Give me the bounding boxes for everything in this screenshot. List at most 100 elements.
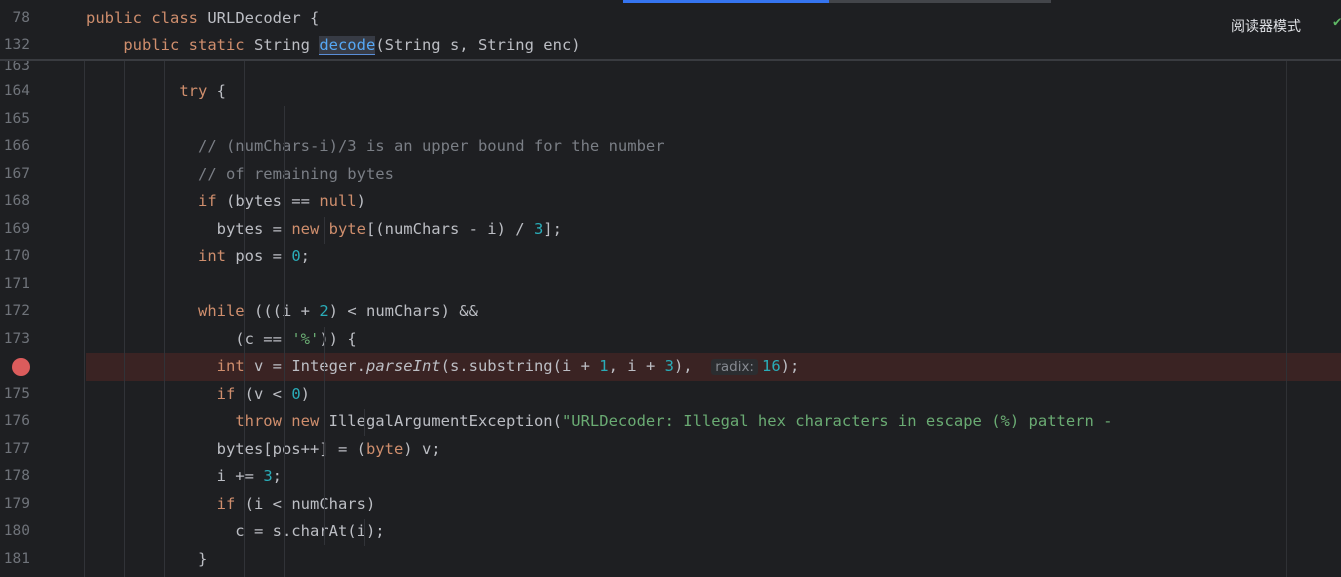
code-text[interactable]: try { — [86, 78, 226, 106]
breakpoint-line[interactable]: int v = Integer.parseInt(s.substring(i +… — [12, 353, 1341, 382]
line-number[interactable]: 175 — [0, 381, 30, 409]
code-line[interactable]: 132 public static String decode(String s… — [0, 32, 1341, 60]
code-line[interactable]: 177 bytes[pos++] = (byte) v; — [0, 436, 1341, 464]
code-line[interactable]: 169 bytes = new byte[(numChars - i) / 3]… — [0, 216, 1341, 244]
code-token: ; — [300, 247, 310, 265]
code-text[interactable]: c = s.charAt(i); — [86, 518, 385, 546]
code-token: (String s, String enc) — [375, 36, 581, 54]
indent-guide — [244, 59, 245, 577]
code-token: ]; — [543, 220, 562, 238]
line-number[interactable]: 179 — [0, 491, 30, 519]
code-text[interactable]: i += 3; — [86, 463, 282, 491]
code-line[interactable]: 175 if (v < 0) — [0, 381, 1341, 409]
line-number[interactable]: 177 — [0, 436, 30, 464]
code-text[interactable]: // (numChars-i)/3 is an upper bound for … — [86, 133, 665, 161]
code-token: ); — [780, 357, 800, 375]
code-token: 0 — [291, 385, 301, 403]
code-token: ) v; — [403, 440, 441, 458]
code-text[interactable]: } — [86, 546, 207, 574]
indent-guide — [324, 327, 325, 545]
code-line[interactable]: 171 — [0, 271, 1341, 299]
code-token: public static — [123, 36, 254, 54]
indent-guide — [84, 59, 85, 577]
code-token: } — [86, 550, 208, 568]
code-text[interactable]: bytes[pos++] = (byte) v; — [86, 436, 441, 464]
indent-guide — [284, 106, 285, 577]
code-token: (s.substring(i + — [440, 357, 600, 375]
line-number[interactable]: 165 — [0, 106, 30, 134]
param-hint: radix: — [711, 359, 758, 375]
reader-mode-button[interactable]: 阅读器模式 — [1231, 16, 1301, 36]
breakpoint-icon[interactable] — [12, 358, 30, 376]
line-number[interactable]: 169 — [0, 216, 30, 244]
line-number[interactable]: 172 — [0, 298, 30, 326]
line-number[interactable]: 132 — [0, 32, 30, 60]
code-text[interactable]: public static String decode(String s, St… — [86, 32, 581, 60]
code-line[interactable]: 170 int pos = 0; — [0, 243, 1341, 271]
code-text[interactable]: (c == '%')) { — [86, 326, 357, 354]
line-number[interactable]: 170 — [0, 243, 30, 271]
code-line[interactable]: 179 if (i < numChars) — [0, 491, 1341, 519]
code-line[interactable]: 164 try { — [0, 78, 1341, 106]
code-token: { — [207, 82, 226, 100]
code-line[interactable]: 165 — [0, 106, 1341, 134]
indent-guide — [324, 217, 325, 244]
code-token: { — [337, 330, 357, 348]
code-token: c = s.charAt(i); — [86, 522, 385, 540]
code-token: // (numChars-i)/3 is an upper bound for … — [197, 137, 665, 155]
code-text[interactable]: throw new IllegalArgumentException("URLD… — [86, 408, 1112, 436]
code-text[interactable]: if (bytes == null) — [86, 188, 366, 216]
code-text[interactable]: int v = Integer.parseInt(s.substring(i +… — [86, 353, 799, 382]
code-line[interactable]: 166 // (numChars-i)/3 is an upper bound … — [0, 133, 1341, 161]
code-line[interactable]: 167 // of remaining bytes — [0, 161, 1341, 189]
code-token: decode — [319, 36, 376, 55]
code-text[interactable]: if (v < 0) — [86, 381, 310, 409]
code-token: v = Integer. — [244, 357, 366, 375]
indent-guide — [124, 59, 125, 577]
code-line[interactable]: 180 c = s.charAt(i); — [0, 518, 1341, 546]
code-token: byte — [365, 440, 404, 458]
code-line[interactable]: 181 } — [0, 546, 1341, 574]
code-line[interactable]: 78 public class URLDecoder { — [0, 5, 1341, 33]
code-token: i += — [86, 467, 264, 485]
code-token: if — [216, 385, 236, 403]
code-token: 1 — [599, 357, 609, 375]
code-token: ) < numChars) && — [328, 302, 478, 320]
code-token: 2 — [319, 302, 329, 320]
code-token: int — [197, 247, 226, 265]
sticky-lines-header[interactable]: 78 public class URLDecoder {132 public st… — [0, 4, 1341, 61]
line-number[interactable]: 171 — [0, 271, 30, 299]
line-number[interactable]: 167 — [0, 161, 30, 189]
code-text[interactable]: int pos = 0; — [86, 243, 310, 271]
right-margin-guide — [1286, 59, 1287, 577]
code-line[interactable]: 176 throw new IllegalArgumentException("… — [0, 408, 1341, 436]
line-number[interactable]: 181 — [0, 546, 30, 574]
active-tab-indicator — [623, 0, 829, 3]
code-token: int — [216, 357, 245, 375]
line-number[interactable]: 178 — [0, 463, 30, 491]
code-token: (bytes == — [216, 192, 320, 210]
code-line[interactable]: 168 if (bytes == null) — [0, 188, 1341, 216]
code-text[interactable]: if (i < numChars) — [86, 491, 376, 519]
line-number[interactable]: 180 — [0, 518, 30, 546]
line-number[interactable]: 78 — [0, 5, 30, 33]
line-number[interactable]: 168 — [0, 188, 30, 216]
line-number[interactable]: 173 — [0, 326, 30, 354]
code-token: ) — [356, 192, 366, 210]
code-line[interactable]: 172 while (((i + 2) < numChars) && — [0, 298, 1341, 326]
line-number[interactable]: 176 — [0, 408, 30, 436]
code-text[interactable]: // of remaining bytes — [86, 161, 394, 189]
code-line[interactable]: 178 i += 3; — [0, 463, 1341, 491]
code-text[interactable]: while (((i + 2) < numChars) && — [86, 298, 478, 326]
code-line[interactable]: 173 (c == '%')) { — [0, 326, 1341, 354]
code-text[interactable]: public class URLDecoder { — [86, 5, 319, 33]
indent-guide — [164, 59, 165, 577]
line-number[interactable]: 166 — [0, 133, 30, 161]
code-token: ), — [673, 357, 712, 375]
code-token: 16 — [761, 357, 781, 375]
line-number[interactable]: 164 — [0, 78, 30, 106]
